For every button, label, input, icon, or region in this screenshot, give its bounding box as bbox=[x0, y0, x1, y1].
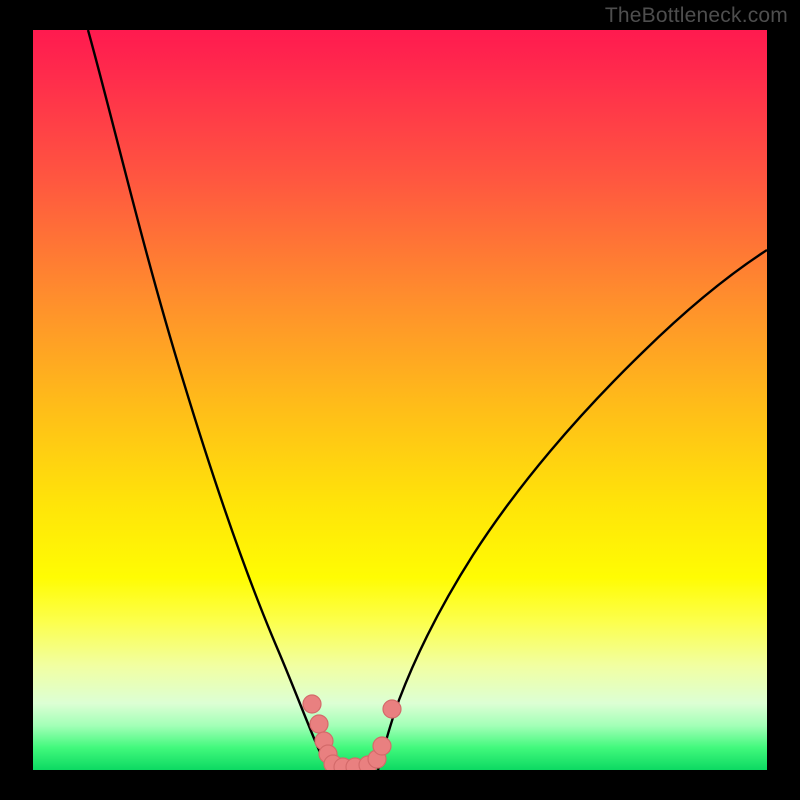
marker-group bbox=[303, 695, 401, 770]
chart-frame: TheBottleneck.com bbox=[0, 0, 800, 800]
left-curve bbox=[88, 30, 335, 770]
marker-dot bbox=[383, 700, 401, 718]
marker-dot bbox=[373, 737, 391, 755]
watermark-text: TheBottleneck.com bbox=[605, 4, 788, 28]
marker-dot bbox=[310, 715, 328, 733]
plot-area bbox=[33, 30, 767, 770]
marker-dot bbox=[303, 695, 321, 713]
right-curve bbox=[378, 250, 767, 770]
curve-layer bbox=[33, 30, 767, 770]
